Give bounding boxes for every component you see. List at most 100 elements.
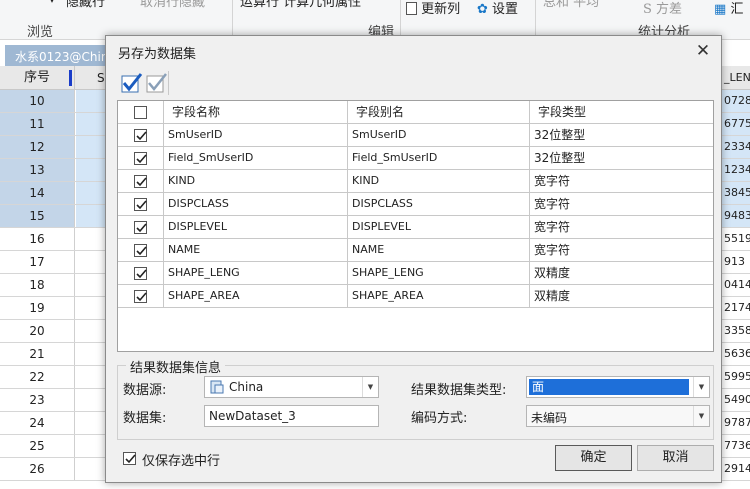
settings-button[interactable]: ✿ 设置 — [477, 0, 518, 17]
row-cell[interactable] — [76, 205, 108, 227]
field-name-cell[interactable]: NAME — [164, 239, 348, 262]
row-cell[interactable] — [76, 412, 108, 434]
row-cell[interactable]: 5519 — [721, 228, 750, 251]
row-cell[interactable] — [76, 159, 108, 181]
field-name-cell[interactable]: KIND — [164, 170, 348, 193]
table-row[interactable]: 26 — [0, 458, 108, 481]
row-cell[interactable]: 5995 — [721, 366, 750, 389]
row-cell[interactable]: 67757 — [721, 113, 750, 136]
field-type-cell[interactable]: 32位整型 — [530, 147, 713, 170]
summary-button[interactable]: ▦ 汇 — [714, 0, 743, 17]
field-name-cell[interactable]: SHAPE_LENG — [164, 262, 348, 285]
table-row[interactable]: 20 — [0, 320, 108, 343]
column-header[interactable]: _LEN — [721, 66, 750, 90]
field-alias-cell[interactable]: KIND — [348, 170, 530, 193]
table-row[interactable]: 16 — [0, 228, 108, 251]
row-cell[interactable]: 5490 — [721, 389, 750, 412]
unhide-rows-button[interactable]: 取消行隐藏 — [140, 0, 205, 10]
field-name-cell[interactable]: Field_SmUserID — [164, 147, 348, 170]
row-cell[interactable]: 2174 — [721, 297, 750, 320]
row-number[interactable]: 10 — [0, 90, 75, 112]
field-alias-cell[interactable]: SHAPE_LENG — [348, 262, 530, 285]
field-row[interactable]: NAME NAME 宽字符 — [118, 239, 713, 262]
row-cell[interactable] — [76, 366, 108, 388]
row-number[interactable]: 26 — [0, 458, 75, 480]
row-number[interactable]: 15 — [0, 205, 75, 227]
table-row[interactable]: 14 — [0, 182, 108, 205]
sheet-tab[interactable]: 水系0123@China — [5, 45, 108, 66]
field-row[interactable]: DISPLEVEL DISPLEVEL 宽字符 — [118, 216, 713, 239]
row-cell[interactable] — [76, 320, 108, 342]
row-cell[interactable] — [76, 182, 108, 204]
row-number[interactable]: 16 — [0, 228, 75, 250]
table-row[interactable]: 22 — [0, 366, 108, 389]
row-number[interactable]: 21 — [0, 343, 75, 365]
row-cell[interactable]: 2914 — [721, 458, 750, 481]
field-type-cell[interactable]: 宽字符 — [530, 216, 713, 239]
field-type-cell[interactable]: 双精度 — [530, 285, 713, 308]
table-row[interactable]: 21 — [0, 343, 108, 366]
field-checkbox-cell[interactable] — [118, 124, 164, 147]
row-number[interactable]: 22 — [0, 366, 75, 388]
field-checkbox[interactable] — [134, 290, 147, 303]
row-cell[interactable] — [76, 297, 108, 319]
row-cell[interactable] — [76, 274, 108, 296]
ok-button[interactable]: 确定 — [555, 445, 632, 471]
update-column-button[interactable]: 更新列 — [406, 0, 460, 17]
row-cell[interactable]: 94830 — [721, 205, 750, 228]
field-row[interactable]: Field_SmUserID Field_SmUserID 32位整型 — [118, 147, 713, 170]
field-checkbox[interactable] — [134, 221, 147, 234]
field-checkbox[interactable] — [134, 152, 147, 165]
field-type-cell[interactable]: 32位整型 — [530, 124, 713, 147]
field-checkbox-cell[interactable] — [118, 216, 164, 239]
dataset-name-input[interactable]: NewDataset_3 — [204, 405, 379, 427]
table-scrollbar[interactable] — [712, 100, 714, 352]
table-row[interactable]: 25 — [0, 435, 108, 458]
chevron-down-icon[interactable]: ▼ — [693, 406, 709, 426]
field-row[interactable]: SHAPE_LENG SHAPE_LENG 双精度 — [118, 262, 713, 285]
field-name-cell[interactable]: SHAPE_AREA — [164, 285, 348, 308]
field-alias-cell[interactable]: NAME — [348, 239, 530, 262]
table-row[interactable]: 13 — [0, 159, 108, 182]
table-row[interactable]: 11 — [0, 113, 108, 136]
table-row[interactable]: 10 — [0, 90, 108, 113]
field-alias-cell[interactable]: SHAPE_AREA — [348, 285, 530, 308]
table-row[interactable]: 19 — [0, 297, 108, 320]
row-cell[interactable]: 0414 — [721, 274, 750, 297]
row-cell[interactable]: 07288 — [721, 90, 750, 113]
row-cell[interactable] — [76, 458, 108, 480]
row-cell[interactable] — [76, 90, 108, 112]
field-name-cell[interactable]: DISPLEVEL — [164, 216, 348, 239]
row-number[interactable]: 13 — [0, 159, 75, 181]
field-checkbox[interactable] — [134, 198, 147, 211]
row-cell[interactable] — [76, 389, 108, 411]
row-cell[interactable]: 38456 — [721, 182, 750, 205]
row-cell[interactable] — [76, 113, 108, 135]
hide-rows-button[interactable]: 隐藏行 — [66, 0, 105, 10]
dataset-type-select[interactable]: 面 ▼ — [526, 376, 710, 398]
close-icon[interactable]: ✕ — [692, 40, 714, 62]
table-row[interactable]: 17 — [0, 251, 108, 274]
field-checkbox[interactable] — [134, 267, 147, 280]
row-cell[interactable] — [76, 343, 108, 365]
field-checkbox-cell[interactable] — [118, 170, 164, 193]
field-row[interactable]: KIND KIND 宽字符 — [118, 170, 713, 193]
row-cell[interactable]: 913 — [721, 251, 750, 274]
chevron-down-icon[interactable]: ▾ — [50, 0, 54, 5]
header-checkbox-cell[interactable] — [118, 101, 164, 124]
row-cell[interactable]: 12346 — [721, 159, 750, 182]
field-alias-cell[interactable]: DISPLEVEL — [348, 216, 530, 239]
table-row[interactable]: 23 — [0, 389, 108, 412]
col-header-name[interactable]: 字段名称 — [164, 101, 348, 124]
row-number[interactable]: 11 — [0, 113, 75, 135]
table-row[interactable]: 18 — [0, 274, 108, 297]
table-row[interactable]: 12 — [0, 136, 108, 159]
row-number[interactable]: 24 — [0, 412, 75, 434]
header-checkbox[interactable] — [134, 106, 147, 119]
cancel-button[interactable]: 取消 — [637, 445, 714, 471]
field-alias-cell[interactable]: SmUserID — [348, 124, 530, 147]
row-number[interactable]: 20 — [0, 320, 75, 342]
col-header-alias[interactable]: 字段别名 — [348, 101, 530, 124]
field-checkbox-cell[interactable] — [118, 239, 164, 262]
field-row[interactable]: DISPCLASS DISPCLASS 宽字符 — [118, 193, 713, 216]
